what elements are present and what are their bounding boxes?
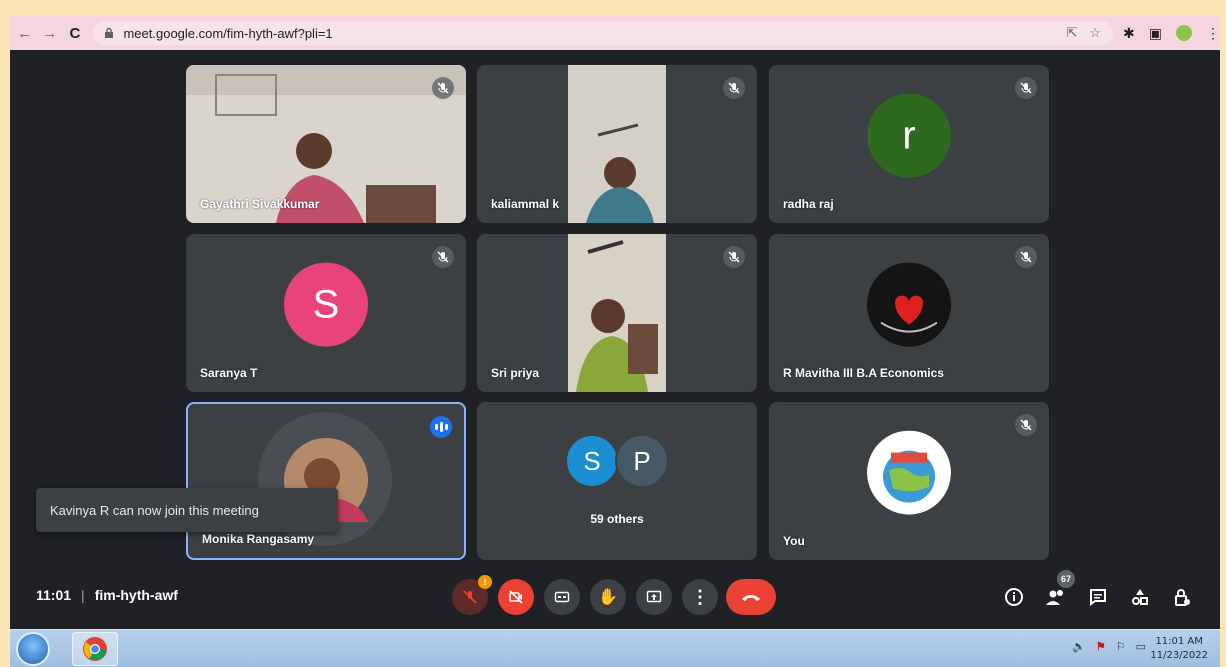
mic-off-icon	[1015, 414, 1037, 436]
video-feed	[568, 65, 666, 223]
more-options-button[interactable]: ⋮	[682, 579, 718, 615]
participant-tile[interactable]: Monika Rangasamy	[186, 402, 466, 560]
participant-tile[interactable]: r radha raj	[769, 65, 1049, 223]
address-bar[interactable]: meet.google.com/fim-hyth-awf?pli=1 ⇱ ☆	[93, 21, 1114, 45]
others-count: 59 others	[590, 512, 644, 526]
arrow-left-icon[interactable]: ←	[14, 22, 35, 44]
chat-icon	[1090, 589, 1106, 606]
kebab-menu-icon[interactable]: ⋮	[1206, 25, 1220, 42]
mic-off-icon	[1015, 77, 1037, 99]
url-text: meet.google.com/fim-hyth-awf?pli=1	[123, 25, 333, 41]
avatar: r	[867, 93, 951, 178]
reload-icon[interactable]: C	[64, 22, 85, 44]
avatar: S	[565, 434, 619, 488]
participant-tile[interactable]: Sri priya	[477, 234, 757, 392]
participant-name: Monika Rangasamy	[202, 532, 315, 546]
avatar: S	[284, 262, 368, 347]
kebab-menu-icon: ⋮	[691, 586, 709, 607]
extensions-icon[interactable]: ✱	[1123, 25, 1135, 42]
os-taskbar: 🔈 ⚑ ⚐ ▭ 11:01 AM 11/23/2022	[10, 629, 1220, 667]
notification-toast: Kavinya R can now join this meeting	[36, 488, 338, 532]
leave-call-button[interactable]	[726, 579, 776, 615]
avatar: P	[615, 434, 669, 488]
camera-off-icon	[509, 590, 523, 604]
system-tray: 🔈 ⚑ ⚐ ▭	[1072, 640, 1146, 653]
share-icon[interactable]: ⇱	[1066, 25, 1077, 41]
participant-tile[interactable]: kaliammal k	[477, 65, 757, 223]
speaking-indicator-icon	[430, 416, 452, 438]
mic-toggle-button[interactable]: !	[452, 575, 492, 615]
system-clock[interactable]: 11:01 AM 11/23/2022	[1150, 635, 1208, 663]
clock-time: 11:01 AM	[1155, 636, 1203, 647]
meeting-separator: |	[81, 587, 85, 603]
participant-name: Sri priya	[491, 366, 540, 380]
clock-date: 11/23/2022	[1150, 650, 1208, 661]
network-icon[interactable]: ⚑	[1096, 640, 1106, 653]
activities-icon	[1132, 589, 1148, 605]
mic-off-icon	[432, 77, 454, 99]
star-icon[interactable]: ☆	[1089, 25, 1101, 41]
chat-button[interactable]	[1084, 583, 1112, 611]
meeting-info: 11:01 | fim-hyth-awf	[36, 587, 178, 603]
windows-start-icon[interactable]	[16, 632, 50, 666]
captions-button[interactable]	[544, 579, 580, 615]
action-center-icon[interactable]: ⚐	[1116, 640, 1126, 653]
warning-icon: !	[478, 575, 492, 589]
hang-up-icon	[742, 595, 760, 601]
profile-avatar[interactable]	[1176, 25, 1193, 41]
mic-off-icon	[1015, 246, 1037, 268]
participant-tile[interactable]: You	[769, 402, 1049, 560]
participant-tile[interactable]: Gayathri Sivakkumar	[186, 65, 466, 223]
participant-tile[interactable]: S Saranya T	[186, 234, 466, 392]
chrome-icon	[83, 637, 107, 661]
mic-off-icon	[723, 77, 745, 99]
raise-hand-button[interactable]: ✋	[590, 579, 626, 615]
mic-off-icon	[463, 590, 477, 604]
taskbar-chrome-button[interactable]	[72, 632, 118, 666]
participant-name: R Mavitha III B.A Economics	[783, 366, 944, 380]
mic-off-icon	[432, 246, 454, 268]
arrow-right-icon[interactable]: →	[39, 22, 60, 44]
browser-toolbar: ← → C meet.google.com/fim-hyth-awf?pli=1…	[10, 16, 1220, 50]
captions-icon	[554, 591, 570, 603]
meeting-code: fim-hyth-awf	[94, 587, 178, 603]
participant-tile[interactable]: R Mavitha III B.A Economics	[769, 234, 1049, 392]
sidepanel-icon[interactable]: ▣	[1149, 25, 1162, 42]
participant-tile[interactable]: S P 59 others	[477, 402, 757, 560]
mic-off-icon	[723, 246, 745, 268]
participant-name: Gayathri Sivakkumar	[200, 197, 320, 211]
participant-count-badge: 67	[1057, 570, 1075, 588]
lock-person-icon	[1175, 589, 1190, 606]
meeting-controls-bar: 11:01 | fim-hyth-awf ! ✋ ⋮ 67	[10, 570, 1220, 629]
participant-name: radha raj	[783, 197, 834, 211]
activities-button[interactable]	[1126, 583, 1154, 611]
participant-name: kaliammal k	[491, 197, 560, 211]
present-icon	[646, 590, 662, 603]
participant-name: You	[783, 534, 805, 548]
present-button[interactable]	[636, 579, 672, 615]
meeting-details-button[interactable]	[1000, 583, 1028, 611]
host-controls-button[interactable]	[1168, 583, 1196, 611]
avatar	[867, 430, 951, 515]
video-feed	[568, 234, 666, 392]
display-icon[interactable]: ▭	[1136, 640, 1146, 653]
info-icon	[1005, 588, 1023, 606]
people-icon	[1046, 590, 1063, 605]
browser-window: ← → C meet.google.com/fim-hyth-awf?pli=1…	[10, 16, 1220, 667]
camera-toggle-button[interactable]	[498, 579, 534, 615]
hand-icon: ✋	[598, 589, 618, 606]
meeting-time: 11:01	[36, 587, 72, 603]
avatar	[867, 262, 951, 347]
participant-name: Saranya T	[200, 366, 258, 380]
volume-icon[interactable]: 🔈	[1072, 640, 1086, 653]
lock-icon	[105, 27, 114, 38]
